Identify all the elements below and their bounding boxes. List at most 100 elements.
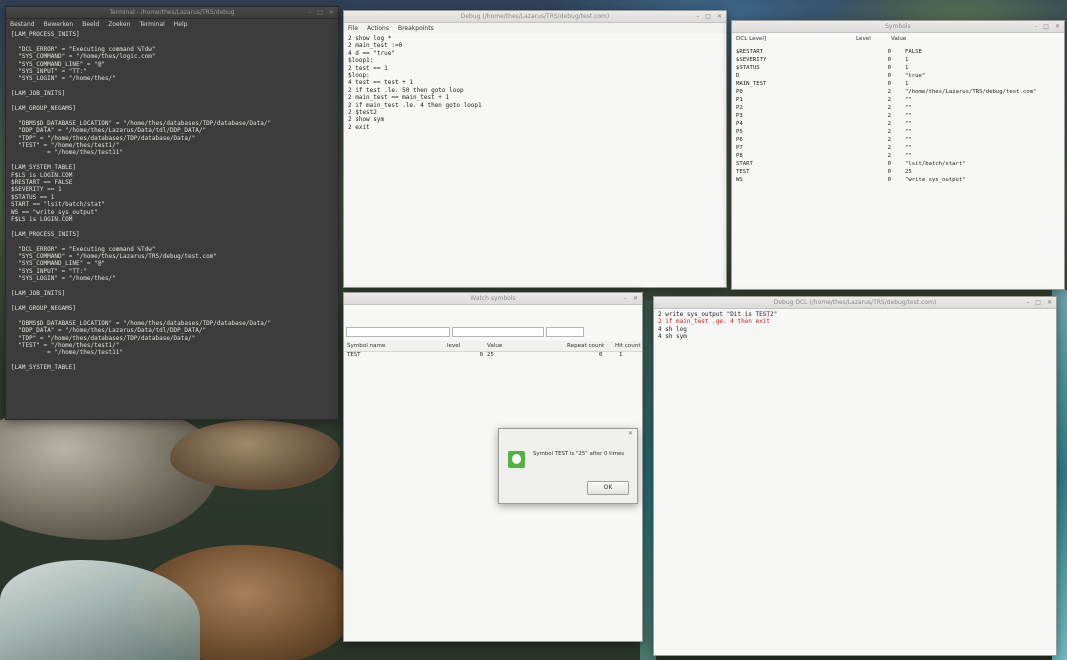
terminal-line: $SEVERITY == 1 bbox=[11, 186, 62, 194]
symbol-name-cell: $STATUS bbox=[736, 65, 760, 71]
source-line[interactable]: 2 show log * bbox=[348, 35, 722, 42]
terminal-line: [LAM_GROUP_NEGAMS] bbox=[11, 304, 77, 312]
table-row[interactable]: D 0 "true" bbox=[732, 72, 1064, 80]
minimize-icon[interactable]: – bbox=[1034, 21, 1037, 32]
debug-output-window[interactable]: Debug DCL (/home/thes/Lazarus/TRS/debug/… bbox=[653, 296, 1057, 656]
symbol-name-cell: TEST bbox=[736, 169, 750, 175]
source-line[interactable]: $loop1: bbox=[348, 57, 722, 64]
close-icon[interactable]: ✕ bbox=[717, 11, 722, 22]
symbol-value-cell: "lsit/batch/start" bbox=[905, 161, 966, 167]
column-header[interactable]: Repeat count bbox=[567, 343, 615, 349]
close-icon[interactable]: ✕ bbox=[628, 430, 633, 437]
level-select[interactable] bbox=[452, 327, 544, 337]
column-header[interactable]: Value bbox=[487, 343, 567, 349]
close-icon[interactable]: ✕ bbox=[329, 7, 334, 18]
info-dialog[interactable]: ✕ Symbol TEST is "25" after 0 times OK bbox=[498, 428, 638, 504]
source-line[interactable]: 4 d == "true" bbox=[348, 50, 722, 57]
maximize-icon[interactable]: □ bbox=[317, 7, 323, 18]
minimize-icon[interactable]: – bbox=[624, 293, 627, 304]
output-log[interactable]: 2 write sys_output "Dit is TEST2" 2 if ma… bbox=[654, 309, 1056, 343]
table-row[interactable]: TEST 0 25 0 1 bbox=[344, 352, 642, 358]
symbol-name-input[interactable] bbox=[346, 327, 450, 337]
menu-file[interactable]: File bbox=[348, 25, 358, 32]
debug-editor-window[interactable]: Debug (/home/thes/Lazarus/TRS/debug/test… bbox=[343, 10, 727, 288]
source-line[interactable]: 2 if test .le. 50 then goto loop bbox=[348, 87, 722, 94]
column-header[interactable]: level bbox=[447, 343, 487, 349]
source-line[interactable]: 2 main_test == main_test + 1 bbox=[348, 94, 722, 101]
close-icon[interactable]: ✕ bbox=[1055, 21, 1060, 32]
column-header[interactable]: Symbol name bbox=[344, 343, 447, 349]
minimize-icon[interactable]: – bbox=[696, 11, 699, 22]
table-row[interactable]: $RESTART 0 FALSE bbox=[732, 48, 1064, 56]
table-row[interactable]: P8 2 "" bbox=[732, 152, 1064, 160]
terminal-titlebar[interactable]: Terminal - /home/thes/Lazarus/TRS/debug … bbox=[6, 7, 338, 19]
close-icon[interactable]: ✕ bbox=[1047, 297, 1052, 308]
terminal-output[interactable]: [LAM_PROCESS_INITS] "DCL_ERROR" = "Execu… bbox=[6, 29, 338, 374]
symbols-titlebar[interactable]: Symbols – □ ✕ bbox=[732, 21, 1064, 33]
terminal-line: "SYS_COMMAND" = "/home/thes/logic.com" bbox=[11, 53, 156, 61]
menu-item[interactable]: Zoeken bbox=[108, 21, 130, 28]
menu-item[interactable]: Bewerken bbox=[44, 21, 74, 28]
source-line[interactable]: 2 main_test :=0 bbox=[348, 42, 722, 49]
table-row[interactable]: P0 2 "/home/thes/Lazarus/TRS/debug/test.co… bbox=[732, 88, 1064, 96]
maximize-icon[interactable]: □ bbox=[1035, 297, 1041, 308]
close-icon[interactable]: ✕ bbox=[633, 293, 638, 304]
table-row[interactable]: P4 2 "" bbox=[732, 120, 1064, 128]
symbol-name-cell: $RESTART bbox=[736, 49, 763, 55]
menu-breakpoints[interactable]: Breakpoints bbox=[398, 25, 434, 32]
source-editor[interactable]: 2 show log * 2 main_test :=0 4 d == "true"… bbox=[344, 33, 726, 133]
table-row[interactable]: P3 2 "" bbox=[732, 112, 1064, 120]
table-row[interactable]: $STATUS 0 1 bbox=[732, 64, 1064, 72]
column-header[interactable]: DCL Level] bbox=[736, 36, 856, 42]
source-line[interactable]: 2 show sym bbox=[348, 116, 722, 123]
menu-item[interactable]: Bestand bbox=[10, 21, 35, 28]
symbol-name-cell: P5 bbox=[736, 129, 743, 135]
table-row[interactable]: P1 2 "" bbox=[732, 96, 1064, 104]
table-row[interactable]: P7 2 "" bbox=[732, 144, 1064, 152]
menu-item[interactable]: Help bbox=[174, 21, 188, 28]
column-header[interactable]: Hit count bbox=[615, 343, 641, 349]
watch-value: 25 bbox=[487, 352, 494, 358]
symbol-name-cell: P8 bbox=[736, 153, 743, 159]
output-titlebar[interactable]: Debug DCL (/home/thes/Lazarus/TRS/debug/… bbox=[654, 297, 1056, 309]
minimize-icon[interactable]: – bbox=[1026, 297, 1029, 308]
table-row[interactable]: $SEVERITY 0 1 bbox=[732, 56, 1064, 64]
symbol-name-cell: P7 bbox=[736, 145, 743, 151]
ok-button[interactable]: OK bbox=[587, 481, 629, 495]
watch-symbol: TEST bbox=[347, 352, 361, 358]
table-row[interactable]: TEST 0 25 bbox=[732, 168, 1064, 176]
table-row[interactable]: WS 0 "write sys_output" bbox=[732, 176, 1064, 184]
maximize-icon[interactable]: □ bbox=[705, 11, 711, 22]
source-line[interactable]: 2 test == 1 bbox=[348, 65, 722, 72]
table-row[interactable]: START 0 "lsit/batch/start" bbox=[732, 160, 1064, 168]
menu-item[interactable]: Beeld bbox=[82, 21, 99, 28]
source-line[interactable]: $loop: bbox=[348, 72, 722, 79]
symbol-value-cell: "/home/thes/Lazarus/TRS/debug/test.com" bbox=[905, 89, 1037, 95]
menu-actions[interactable]: Actions bbox=[367, 25, 389, 32]
table-row[interactable]: P6 2 "" bbox=[732, 136, 1064, 144]
source-line[interactable]: 2 exit bbox=[348, 124, 722, 131]
column-header[interactable]: Value bbox=[891, 36, 906, 42]
watch-titlebar[interactable]: Watch symbols – ✕ bbox=[344, 293, 642, 305]
terminal-line: $RESTART == FALSE bbox=[11, 179, 73, 187]
symbol-name-cell: P3 bbox=[736, 113, 743, 119]
minimize-icon[interactable]: – bbox=[308, 7, 311, 18]
terminal-window[interactable]: Terminal - /home/thes/Lazarus/TRS/debug … bbox=[5, 6, 339, 420]
repeat-count-select[interactable] bbox=[546, 327, 584, 337]
watch-level: 0 bbox=[479, 352, 483, 358]
menu-item[interactable]: Terminal bbox=[139, 21, 164, 28]
terminal-line: "DCL_ERROR" = "Executing command %Tdw" bbox=[11, 45, 156, 53]
table-row[interactable]: P2 2 "" bbox=[732, 104, 1064, 112]
maximize-icon[interactable]: □ bbox=[1043, 21, 1049, 32]
symbols-window[interactable]: Symbols – □ ✕ DCL Level] Level Value $REST… bbox=[731, 20, 1065, 290]
source-line[interactable]: 2 $test2 bbox=[348, 109, 722, 116]
source-line[interactable]: 2 if main_test .le. 4 then goto loop1 bbox=[348, 102, 722, 109]
table-row[interactable]: MAIN_TEST 0 1 bbox=[732, 80, 1064, 88]
table-row[interactable]: P5 2 "" bbox=[732, 128, 1064, 136]
source-line[interactable]: 4 test == test + 1 bbox=[348, 79, 722, 86]
watch-header: Symbol name level Value Repeat count Hit… bbox=[344, 341, 642, 352]
column-header[interactable]: Level bbox=[856, 36, 891, 42]
editor-titlebar[interactable]: Debug (/home/thes/Lazarus/TRS/debug/test… bbox=[344, 11, 726, 23]
